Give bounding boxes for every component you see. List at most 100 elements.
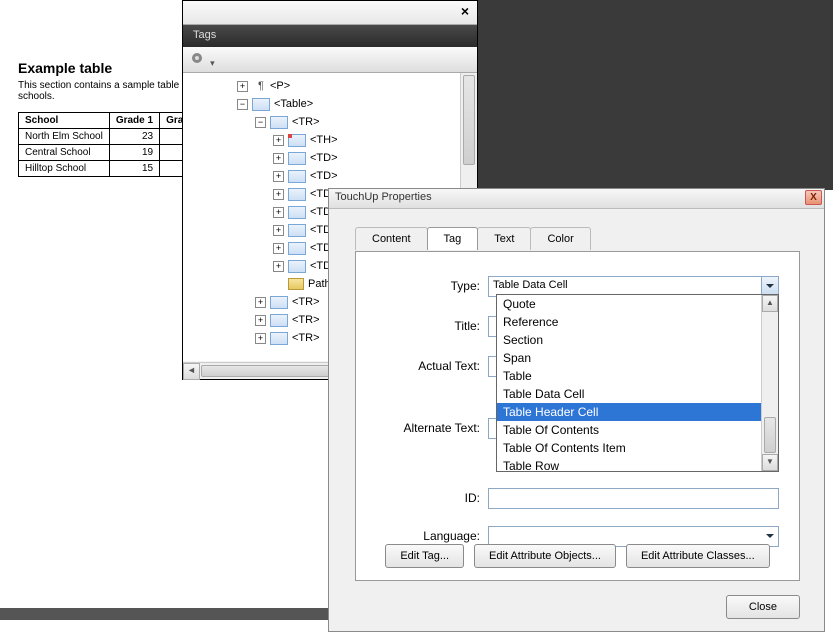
tab-tag[interactable]: Tag <box>427 227 479 250</box>
scroll-up-button[interactable]: ▲ <box>762 295 778 312</box>
tag-icon <box>288 170 306 183</box>
cell: North Elm School <box>19 129 110 145</box>
tree-node-label: <TD> <box>310 152 338 164</box>
edit-buttons-row: Edit Tag... Edit Attribute Objects... Ed… <box>356 544 799 568</box>
col-header: Grade 1 <box>109 113 159 129</box>
tag-icon <box>288 242 306 255</box>
close-button[interactable]: Close <box>726 595 800 619</box>
gear-icon[interactable] <box>189 50 207 68</box>
tree-node-label: <P> <box>270 80 290 92</box>
dropdown-option[interactable]: Reference <box>497 313 778 331</box>
chevron-down-icon[interactable] <box>761 277 778 296</box>
scroll-thumb[interactable] <box>201 365 341 377</box>
tree-node-label: <TR> <box>292 296 320 308</box>
tag-icon <box>288 188 306 201</box>
tag-icon <box>288 224 306 237</box>
cell: 23 <box>109 129 159 145</box>
tag-icon <box>288 152 306 165</box>
close-button[interactable]: X <box>805 190 822 205</box>
edit-attribute-classes-button[interactable]: Edit Attribute Classes... <box>626 544 770 568</box>
tree-node-label: <Table> <box>274 98 313 110</box>
tag-icon <box>270 296 288 309</box>
expand-icon[interactable]: + <box>273 261 284 272</box>
collapse-icon[interactable]: − <box>255 117 266 128</box>
edit-attribute-objects-button[interactable]: Edit Attribute Objects... <box>474 544 616 568</box>
dropdown-option[interactable]: Quote <box>497 295 778 313</box>
tags-panel-title: Tags <box>183 25 477 47</box>
tag-icon <box>288 260 306 273</box>
dropdown-option[interactable]: Table Header Cell <box>497 403 778 421</box>
cell: Central School <box>19 145 110 161</box>
edit-tag-button[interactable]: Edit Tag... <box>385 544 464 568</box>
tree-node[interactable]: + <TH> <box>183 131 477 149</box>
expand-icon[interactable]: + <box>273 243 284 254</box>
expand-icon[interactable]: + <box>255 333 266 344</box>
folder-icon <box>288 278 304 290</box>
tag-icon <box>270 314 288 327</box>
label-language: Language: <box>356 529 488 543</box>
doc-footer-bar <box>0 608 330 620</box>
expand-icon[interactable]: + <box>237 81 248 92</box>
expand-icon[interactable]: + <box>273 225 284 236</box>
tab-content[interactable]: Content <box>355 227 428 250</box>
label-type: Type: <box>356 279 488 293</box>
tag-icon <box>252 98 270 111</box>
collapse-icon[interactable]: − <box>237 99 248 110</box>
tag-icon <box>288 134 306 147</box>
app-dark-background <box>478 0 833 190</box>
type-dropdown-list[interactable]: QuoteReferenceSectionSpanTableTable Data… <box>496 294 779 472</box>
dropdown-option[interactable]: Table <box>497 367 778 385</box>
expand-icon[interactable]: + <box>255 315 266 326</box>
dropdown-option[interactable]: Span <box>497 349 778 367</box>
dropdown-option[interactable]: Table Of Contents <box>497 421 778 439</box>
label-alternate-text: Alternate Text: <box>356 421 488 435</box>
label-title: Title: <box>356 319 488 333</box>
scroll-left-button[interactable]: ◄ <box>183 363 200 380</box>
cell: 19 <box>109 145 159 161</box>
close-icon[interactable]: × <box>457 4 473 20</box>
expand-icon[interactable]: + <box>273 135 284 146</box>
expand-icon[interactable]: + <box>273 171 284 182</box>
dropdown-option[interactable]: Table Data Cell <box>497 385 778 403</box>
dialog-title: TouchUp Properties <box>335 191 432 203</box>
tab-strip: Content Tag Text Color <box>355 227 824 250</box>
tree-node[interactable]: + <TD> <box>183 149 477 167</box>
tree-node-label: <TR> <box>292 314 320 326</box>
tree-node-label: <TH> <box>310 134 338 146</box>
chevron-down-icon[interactable] <box>761 527 778 546</box>
tag-icon <box>270 332 288 345</box>
expand-icon[interactable]: + <box>273 207 284 218</box>
dialog-title-bar[interactable]: TouchUp Properties X <box>329 189 824 209</box>
tags-topbar: × <box>183 1 477 25</box>
tree-node-label: <TR> <box>292 116 320 128</box>
scroll-thumb[interactable] <box>764 417 776 453</box>
cell: 15 <box>109 161 159 177</box>
expand-icon[interactable]: + <box>273 153 284 164</box>
dropdown-scrollbar[interactable]: ▲ ▼ <box>761 295 778 471</box>
tree-node-label: <TR> <box>292 332 320 344</box>
dropdown-option[interactable]: Table Row <box>497 457 778 475</box>
tab-color[interactable]: Color <box>530 227 590 250</box>
dropdown-option[interactable]: Section <box>497 331 778 349</box>
tags-toolbar: ▾ <box>183 47 477 73</box>
tree-node[interactable]: + <TD> <box>183 167 477 185</box>
touchup-properties-dialog: TouchUp Properties X Content Tag Text Co… <box>328 188 825 632</box>
tab-text[interactable]: Text <box>477 227 531 250</box>
tag-icon <box>270 116 288 129</box>
tree-node-label: <TD> <box>310 170 338 182</box>
id-input[interactable] <box>488 488 779 509</box>
col-header: School <box>19 113 110 129</box>
cell: Hilltop School <box>19 161 110 177</box>
tab-body: Type: Table Data Cell QuoteReferenceSect… <box>355 251 800 581</box>
dropdown-option[interactable]: Table Of Contents Item <box>497 439 778 457</box>
scroll-thumb[interactable] <box>463 75 475 165</box>
scroll-down-button[interactable]: ▼ <box>762 454 778 471</box>
row-id: ID: <box>356 486 779 510</box>
tree-node[interactable]: − <Table> <box>183 95 477 113</box>
paragraph-icon: ¶ <box>252 80 270 92</box>
tree-node[interactable]: − <TR> <box>183 113 477 131</box>
chevron-down-icon[interactable]: ▾ <box>210 58 215 68</box>
tree-node[interactable]: + ¶<P> <box>183 77 477 95</box>
expand-icon[interactable]: + <box>255 297 266 308</box>
expand-icon[interactable]: + <box>273 189 284 200</box>
